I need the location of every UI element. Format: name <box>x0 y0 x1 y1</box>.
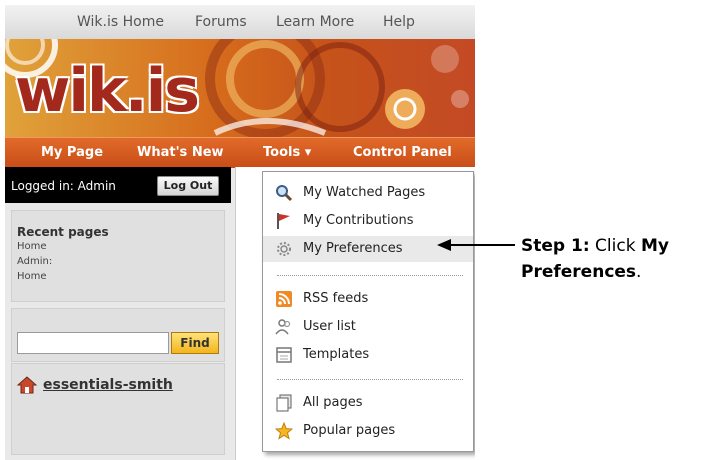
top-nav-forums[interactable]: Forums <box>195 14 247 30</box>
magnifier-icon <box>276 185 293 202</box>
logout-button[interactable]: Log Out <box>157 176 219 196</box>
search-input[interactable] <box>17 332 169 354</box>
menu-item-my-watched-pages[interactable]: My Watched Pages <box>263 180 473 206</box>
recent-pages-title: Recent pages <box>17 225 109 239</box>
menu-item-label: My Preferences <box>303 241 403 256</box>
top-navigation: Wik.is Home Forums Learn More Help <box>5 5 475 40</box>
arrow-left-icon <box>437 239 515 251</box>
menu-item-label: User list <box>303 319 356 334</box>
callout-text: Click <box>589 236 641 256</box>
menu-item-label: Popular pages <box>303 423 396 438</box>
menu-item-label: My Watched Pages <box>303 185 426 200</box>
nav-whats-new[interactable]: What's New <box>137 145 224 160</box>
flag-icon <box>277 213 290 229</box>
template-icon <box>276 347 292 363</box>
menu-item-label: All pages <box>303 395 363 410</box>
top-nav-help[interactable]: Help <box>383 14 415 30</box>
browser-page: Wik.is Home Forums Learn More Help wik.i… <box>5 5 475 460</box>
menu-item-rss-feeds[interactable]: RSS feeds <box>263 286 473 312</box>
pages-icon <box>276 394 292 412</box>
login-bar: Logged in: Admin Log Out <box>5 167 231 203</box>
menu-item-user-list[interactable]: User list <box>263 314 473 340</box>
menu-item-popular-pages[interactable]: Popular pages <box>263 418 473 444</box>
gear-icon <box>277 242 291 256</box>
recent-page-link[interactable]: Home <box>17 241 47 252</box>
menu-item-label: RSS feeds <box>303 291 369 306</box>
tools-dropdown-menu: My Watched Pages My Contributions My Pre… <box>262 171 474 452</box>
wikis-logo[interactable]: wik.is <box>15 61 200 121</box>
recent-page-link[interactable]: Admin: <box>17 256 52 267</box>
callout-step: Step 1: <box>521 236 590 256</box>
callout-target-a: My <box>640 236 669 256</box>
site-banner: wik.is <box>5 39 475 137</box>
menu-item-label: Templates <box>303 347 370 362</box>
nav-tools[interactable]: Tools ▾ <box>263 145 311 160</box>
nav-my-page[interactable]: My Page <box>41 145 103 160</box>
find-button[interactable]: Find <box>171 332 219 354</box>
top-nav-learn-more[interactable]: Learn More <box>276 14 354 30</box>
menu-item-all-pages[interactable]: All pages <box>263 390 473 416</box>
home-icon <box>17 376 37 394</box>
menu-divider <box>277 275 463 276</box>
top-nav-wikis-home[interactable]: Wik.is Home <box>77 14 164 30</box>
rss-icon <box>276 291 292 307</box>
menu-item-my-contributions[interactable]: My Contributions <box>263 208 473 234</box>
home-page-label: essentials-smith <box>43 377 173 393</box>
recent-page-link[interactable]: Home <box>17 271 47 282</box>
login-status: Logged in: Admin <box>11 179 116 193</box>
star-icon <box>275 422 293 440</box>
main-navigation: My Page What's New Tools ▾ Control Panel <box>5 137 475 168</box>
menu-item-label: My Contributions <box>303 213 414 228</box>
callout-end: . <box>636 262 642 282</box>
menu-divider <box>277 379 463 380</box>
nav-control-panel[interactable]: Control Panel <box>353 145 452 160</box>
users-icon <box>275 319 291 335</box>
instruction-callout: Step 1: Click My Preferences. <box>521 233 709 285</box>
callout-target-b: Preferences <box>521 262 637 282</box>
menu-item-templates[interactable]: Templates <box>263 342 473 368</box>
